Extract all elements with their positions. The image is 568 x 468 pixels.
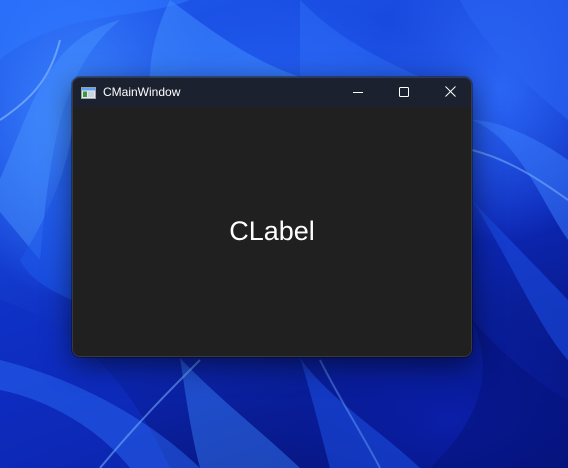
maximize-icon [399, 84, 409, 102]
maximize-button[interactable] [381, 78, 427, 107]
close-button[interactable] [427, 78, 471, 107]
app-window-icon [81, 86, 96, 99]
close-icon [444, 84, 456, 102]
window-client-area: CLabel [73, 107, 471, 356]
main-window[interactable]: CMainWindow CLabel [72, 77, 472, 357]
window-title: CMainWindow [103, 85, 181, 99]
minimize-button[interactable] [335, 78, 381, 107]
minimize-icon [353, 84, 363, 102]
content-label: CLabel [229, 216, 315, 246]
title-bar[interactable]: CMainWindow [73, 78, 471, 107]
